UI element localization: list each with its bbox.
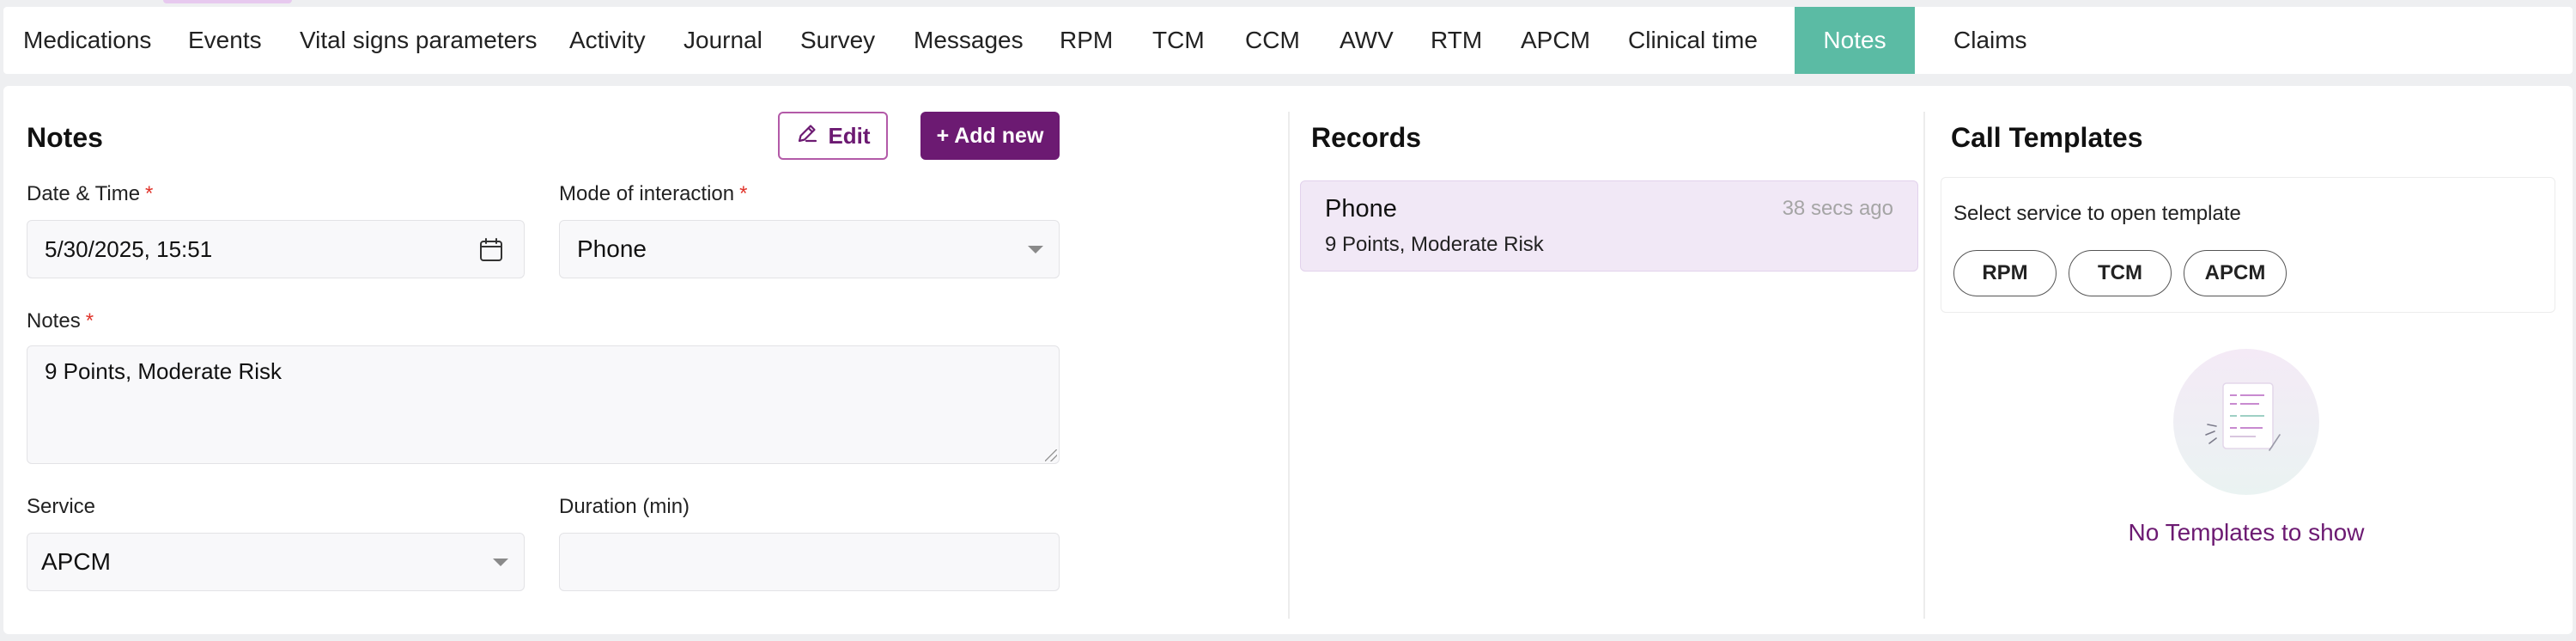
chevron-down-icon — [493, 559, 508, 566]
notes-value: 9 Points, Moderate Risk — [45, 358, 283, 384]
column-divider — [1288, 112, 1290, 619]
service-pill-tcm[interactable]: TCM — [2069, 250, 2172, 296]
tab-ccm[interactable]: CCM — [1245, 7, 1300, 74]
tab-events[interactable]: Events — [188, 7, 262, 74]
notes-title: Notes — [27, 122, 103, 153]
edit-button[interactable]: Edit — [778, 112, 888, 160]
tab-rtm[interactable]: RTM — [1431, 7, 1482, 74]
resize-handle-icon[interactable] — [1045, 449, 1057, 461]
date-time-field[interactable]: 5/30/2025, 15:51 — [27, 220, 525, 278]
tab-journal[interactable]: Journal — [683, 7, 762, 74]
main-panel: Notes Edit + Add new Date & Time * 5/30/2… — [3, 86, 2573, 634]
empty-state-illustration — [2173, 349, 2319, 495]
edit-button-label: Edit — [828, 122, 871, 149]
template-service-selector: Select service to open template RPM TCM … — [1941, 177, 2555, 313]
mode-of-interaction-label: Mode of interaction * — [559, 182, 748, 205]
service-select[interactable]: APCM — [27, 533, 525, 591]
column-divider — [1923, 112, 1925, 619]
notes-textarea[interactable]: 9 Points, Moderate Risk — [27, 345, 1060, 464]
tab-messages[interactable]: Messages — [914, 7, 1024, 74]
record-item[interactable]: Phone 38 secs ago 9 Points, Moderate Ris… — [1300, 180, 1918, 272]
mode-of-interaction-value: Phone — [577, 235, 647, 262]
duration-label: Duration (min) — [559, 495, 690, 518]
tab-activity[interactable]: Activity — [569, 7, 646, 74]
service-pill-rpm[interactable]: RPM — [1953, 250, 2057, 296]
tab-clinical-time[interactable]: Clinical time — [1628, 7, 1758, 74]
service-value: APCM — [41, 548, 111, 575]
tab-rpm[interactable]: RPM — [1060, 7, 1113, 74]
tab-claims[interactable]: Claims — [1953, 7, 2027, 74]
tab-medications[interactable]: Medications — [23, 7, 151, 74]
tab-awv[interactable]: AWV — [1340, 7, 1394, 74]
no-templates-message: No Templates to show — [2128, 519, 2365, 546]
record-type: Phone — [1325, 195, 1397, 223]
service-label: Service — [27, 495, 96, 518]
tab-bar: Medications Events Vital signs parameter… — [3, 7, 2573, 74]
record-timestamp: 38 secs ago — [1782, 197, 1893, 220]
pencil-icon — [795, 121, 819, 151]
tab-apcm[interactable]: APCM — [1521, 7, 1590, 74]
service-pill-apcm[interactable]: APCM — [2184, 250, 2287, 296]
mode-of-interaction-select[interactable]: Phone — [559, 220, 1060, 278]
top-accent-bar — [163, 0, 292, 3]
tab-notes[interactable]: Notes — [1795, 7, 1915, 74]
template-hint: Select service to open template — [1953, 202, 2241, 225]
document-illustration-icon — [2205, 382, 2281, 451]
date-time-label: Date & Time * — [27, 182, 154, 205]
duration-input[interactable] — [559, 533, 1060, 591]
notes-label: Notes * — [27, 309, 94, 333]
tab-survey[interactable]: Survey — [800, 7, 875, 74]
add-new-button[interactable]: + Add new — [920, 112, 1060, 160]
chevron-down-icon — [1028, 246, 1043, 253]
call-templates-title: Call Templates — [1951, 122, 2143, 153]
record-note: 9 Points, Moderate Risk — [1325, 233, 1544, 256]
tab-vital-signs-parameters[interactable]: Vital signs parameters — [300, 7, 538, 74]
date-time-value: 5/30/2025, 15:51 — [45, 235, 213, 262]
tab-tcm[interactable]: TCM — [1152, 7, 1205, 74]
calendar-icon[interactable] — [477, 236, 505, 270]
records-title: Records — [1311, 122, 1422, 153]
